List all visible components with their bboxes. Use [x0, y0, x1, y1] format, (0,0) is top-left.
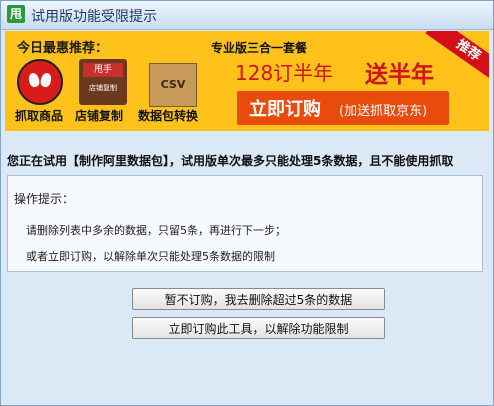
tips-line-purchase: 或者立即订购，以解除单次只能处理5条数据的限制: [26, 250, 275, 263]
promo-price: 128订半年: [235, 61, 334, 85]
title-bar[interactable]: 甩 试用版功能受限提示: [1, 1, 493, 30]
feature-label-shop: 店铺复制: [75, 109, 124, 123]
tips-title: 操作提示：: [14, 192, 75, 206]
buy-now-label: 立即订购: [249, 99, 321, 120]
decline-button[interactable]: 暂不订购，我去删除超过5条的数据: [132, 288, 385, 310]
feature-grab-products[interactable]: [13, 59, 75, 109]
promo-bonus: 送半年: [365, 62, 434, 88]
trial-notice: 您正在试用【制作阿里数据包】，试用版单次最多只能处理5条数据，且不能使用抓取: [7, 154, 454, 168]
banner-heading: 今日最惠推荐：: [17, 41, 109, 56]
feature-label-grab: 抓取商品: [15, 109, 64, 123]
spider-icon: [17, 59, 63, 105]
buy-now-sub: (加送抓取京东): [339, 104, 428, 119]
feature-shop-copy[interactable]: 甩手 店铺复制: [73, 59, 135, 109]
buy-now-button[interactable]: 立即订购 (加送抓取京东): [237, 91, 449, 125]
promo-banner[interactable]: 今日最惠推荐： 抓取商品 甩手 店铺复制 店铺复制 CSV 数据包转换 专业版三…: [5, 31, 489, 131]
shop-sign: 甩手: [83, 63, 123, 77]
feature-label-convert: 数据包转换: [138, 109, 199, 123]
csv-box-icon: CSV: [149, 63, 197, 107]
shop-icon: 甩手 店铺复制: [79, 59, 127, 105]
promo-title: 专业版三合一套餐: [211, 41, 308, 55]
shop-sub: 店铺复制: [89, 84, 117, 92]
tips-line-delete: 请删除列表中多余的数据，只留5条，再进行下一步；: [26, 224, 286, 237]
feature-data-convert[interactable]: CSV: [145, 59, 207, 109]
recommend-ribbon: 推荐: [425, 31, 489, 86]
dialog-window: 甩 试用版功能受限提示 今日最惠推荐： 抓取商品 甩手 店铺复制 店铺复制 CS…: [0, 0, 494, 406]
purchase-tool-button[interactable]: 立即订购此工具，以解除功能限制: [132, 317, 385, 339]
window-title: 试用版功能受限提示: [31, 9, 157, 25]
csv-label: CSV: [160, 78, 186, 91]
app-logo-icon: 甩: [7, 5, 25, 23]
tips-box: 操作提示： 请删除列表中多余的数据，只留5条，再进行下一步； 或者立即订购，以解…: [7, 175, 483, 272]
